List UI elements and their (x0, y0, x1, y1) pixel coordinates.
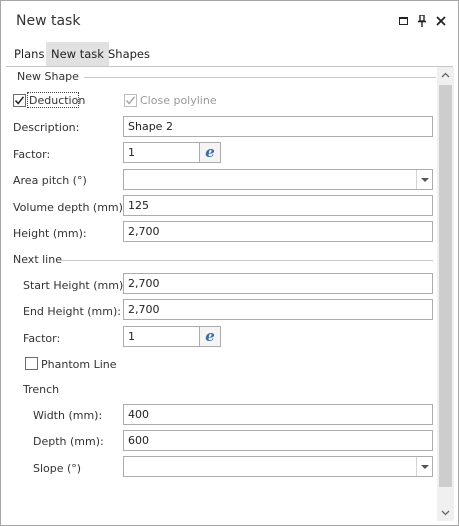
divider (84, 77, 436, 78)
trench-width-label: Width (mm): (33, 409, 103, 422)
area-pitch-label: Area pitch (°) (13, 174, 87, 187)
phantom-line-label[interactable]: Phantom Line (41, 358, 117, 371)
next-line-factor-expression-button[interactable]: e (200, 326, 221, 347)
tab-new-task[interactable]: New task (46, 42, 109, 66)
next-line-group-label: Next line (13, 253, 62, 266)
trench-group-label: Trench (23, 383, 60, 396)
chevron-down-icon (420, 464, 429, 469)
trench-depth-label: Depth (mm): (33, 435, 104, 448)
description-label: Description: (13, 121, 80, 134)
pin-icon (418, 15, 426, 27)
trench-depth-input[interactable]: 600 (123, 430, 433, 451)
new-shape-group-header: New Shape (6, 70, 436, 84)
panel-title: New task (16, 13, 81, 29)
height-input[interactable]: 2,700 (123, 221, 433, 242)
chevron-down-icon (420, 177, 429, 182)
pin-button[interactable] (414, 13, 430, 29)
close-polyline-label: Close polyline (140, 94, 217, 107)
description-input[interactable]: Shape 2 (123, 116, 433, 137)
height-label: Height (mm): (13, 227, 87, 240)
divider (61, 260, 433, 261)
check-icon (125, 96, 136, 105)
scroll-up-button[interactable] (437, 67, 454, 83)
next-line-factor-input[interactable]: 1 (123, 326, 200, 347)
tab-divider (6, 66, 453, 67)
factor-expression-button[interactable]: e (200, 142, 221, 163)
area-pitch-dropdown[interactable] (123, 169, 433, 190)
start-height-input[interactable]: 2,700 (123, 273, 433, 294)
trench-width-input[interactable]: 400 (123, 404, 433, 425)
chevron-up-icon (441, 72, 450, 78)
end-height-label: End Height (mm): (23, 305, 121, 318)
trench-slope-label: Slope (°) (33, 462, 82, 475)
next-line-factor-label: Factor: (23, 332, 61, 345)
volume-depth-input[interactable]: 125 (123, 195, 433, 216)
factor-input[interactable]: 1 (123, 142, 200, 163)
vertical-scrollbar[interactable] (437, 67, 454, 521)
close-polyline-checkbox[interactable] (124, 94, 137, 107)
scrollbar-thumb[interactable] (439, 85, 452, 487)
start-height-label: Start Height (mm): (23, 279, 127, 292)
chevron-down-icon (441, 510, 450, 516)
deduction-checkbox[interactable] (13, 94, 26, 107)
task-panel: New task Plans New task Shapes New Shape (0, 0, 459, 526)
factor-label: Factor: (13, 148, 51, 161)
end-height-input[interactable]: 2,700 (123, 299, 433, 320)
maximize-button[interactable] (395, 13, 411, 29)
check-icon (14, 96, 25, 105)
maximize-icon (398, 17, 408, 25)
new-shape-group-label: New Shape (17, 70, 83, 83)
scroll-down-button[interactable] (437, 505, 454, 521)
panel-titlebar: New task (1, 1, 458, 41)
volume-depth-label: Volume depth (mm): (13, 201, 127, 214)
tab-shapes[interactable]: Shapes (103, 42, 155, 66)
close-icon (436, 16, 446, 26)
dropdown-button[interactable] (416, 457, 432, 476)
close-button[interactable] (433, 13, 449, 29)
dropdown-button[interactable] (416, 170, 432, 189)
phantom-line-checkbox[interactable] (25, 357, 38, 370)
tab-plans[interactable]: Plans (9, 42, 49, 66)
tab-strip: Plans New task Shapes (6, 42, 453, 66)
trench-slope-dropdown[interactable] (123, 456, 433, 477)
focus-indicator (27, 92, 79, 108)
